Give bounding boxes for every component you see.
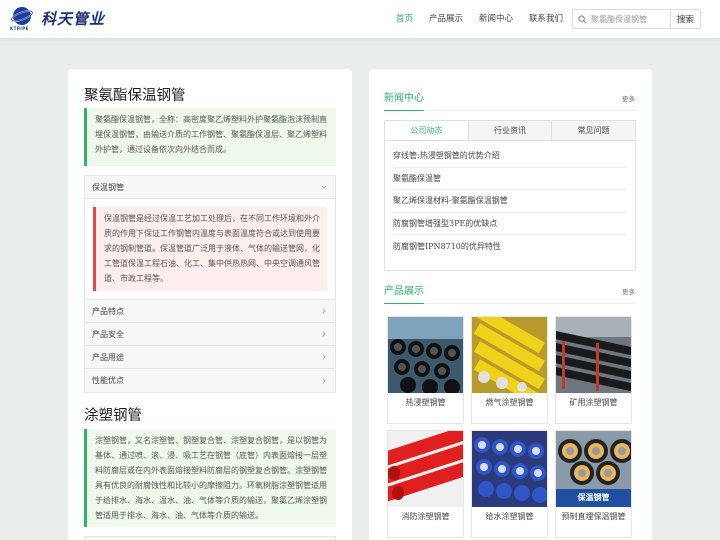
tab-faq[interactable]: 常见问题 [552, 121, 636, 140]
product-image-insulated-pipes: 保温钢管 [556, 431, 631, 507]
news-section-title: 新闻中心 [384, 93, 424, 104]
nav-contact[interactable]: 联系我们 [529, 12, 563, 24]
tab-industry-news[interactable]: 行业资讯 [468, 121, 553, 140]
chevron-right-icon [322, 354, 326, 360]
news-item[interactable]: 防腐钢管IPN8710的优异特性 [393, 235, 627, 258]
accordion-item-safety[interactable]: 产品安全 [85, 323, 335, 346]
accordion-label: 产品安全 [92, 329, 124, 339]
accordion-label: 产品用途 [92, 352, 124, 362]
product-card[interactable]: 给水涂塑钢管 [471, 430, 548, 538]
logo-mark: KTPIPE [10, 6, 34, 31]
search-input[interactable] [591, 14, 671, 24]
accordion-label: 保温钢管 [92, 182, 124, 192]
news-more-link[interactable]: 更多 [622, 93, 635, 103]
chevron-right-icon [322, 308, 326, 314]
product-card[interactable]: 消防涂塑钢管 [387, 430, 464, 538]
product-image-mining-pipes [556, 317, 631, 393]
accordion-item-usage[interactable]: 产品用途 [85, 346, 335, 369]
accordion-label: 性能优点 [92, 376, 124, 385]
product-name: 预制直埋保温钢管 [561, 512, 626, 521]
site-header: KTPIPE 科天管业 首页 产品展示 新闻中心 联系我们 搜索 [0, 0, 720, 38]
news-underline [384, 110, 424, 111]
insulated-description: 保温钢管是经过保温工艺加工处理后，在不同工作环境和外介质的作用下保证工作钢管内温… [93, 207, 327, 291]
nav-home[interactable]: 首页 [396, 12, 413, 24]
accordion-panel: 保温钢管是经过保温工艺加工处理后，在不同工作环境和外介质的作用下保证工作钢管内温… [85, 199, 335, 300]
news-item[interactable]: 聚乙烯保温材料-聚氨酯保温钢管 [393, 190, 627, 213]
news-item[interactable]: 防腐钢管增强型3PE的优缺点 [393, 213, 627, 235]
logo[interactable]: KTPIPE 科天管业 [10, 6, 106, 31]
product-name: 消防涂塑钢管 [401, 512, 450, 521]
intro-coated-pipe: 涂塑钢管，又名涂塑管、钢塑复合管、涂塑复合钢管，是以钢管为基体、通过喷、滚、浸、… [84, 429, 336, 527]
accordion-item-advantages[interactable]: 性能优点 [85, 369, 335, 392]
accordion-item-insulated[interactable]: 保温钢管 [85, 176, 335, 199]
chevron-down-icon [321, 185, 327, 189]
nav-products[interactable]: 产品展示 [429, 12, 463, 24]
product-card[interactable]: 热浸塑钢管 [387, 316, 464, 424]
search-button[interactable]: 搜索 [670, 10, 700, 28]
news-tabs: 公司动态 行业资讯 常见问题 [384, 120, 636, 141]
main-nav: 首页 产品展示 新闻中心 联系我们 [396, 12, 579, 24]
product-image-yellow-pipes [472, 317, 547, 393]
product-name: 燃气涂塑钢管 [485, 398, 534, 407]
accordion-item-features[interactable]: 产品特点 [85, 300, 335, 323]
chevron-right-icon [322, 331, 326, 337]
product-card[interactable]: 保温钢管 预制直埋保温钢管 [555, 430, 632, 538]
product-image-black-pipes [388, 317, 463, 393]
product-name: 热浸塑钢管 [405, 398, 446, 407]
product-image-red-pipes [388, 431, 463, 507]
news-item[interactable]: 聚氨酯保温管 [393, 168, 627, 190]
products-section-title: 产品展示 [384, 286, 424, 297]
nav-news[interactable]: 新闻中心 [479, 12, 513, 24]
next-accordion-edge [84, 536, 336, 540]
news-item[interactable]: 穿线管:热浸塑钢管的优势介绍 [393, 145, 627, 168]
product-name: 给水涂塑钢管 [485, 512, 534, 521]
product-image-caption: 保温钢管 [577, 492, 610, 502]
news-list: 穿线管:热浸塑钢管的优势介绍 聚氨酯保温管 聚乙烯保温材料-聚氨酯保温钢管 防腐… [384, 141, 636, 271]
product-name: 矿用涂塑钢管 [569, 398, 618, 407]
accordion-label: 产品特点 [92, 306, 124, 316]
product-card[interactable]: 燃气涂塑钢管 [471, 316, 548, 424]
logo-sub: KTPIPE [10, 26, 29, 31]
section-title-coated-pipe: 涂塑钢管 [84, 408, 142, 424]
search-icon [573, 14, 591, 24]
tab-company-news[interactable]: 公司动态 [385, 121, 469, 140]
product-image-blue-pipes [472, 431, 547, 507]
products-more-link[interactable]: 更多 [622, 286, 635, 296]
intro-pu-pipe: 聚氨酯保温钢管，全称：高密度聚乙烯塑料外护聚氨酯泡沫预制直埋保温钢管，由输送介质… [84, 108, 336, 166]
search-box: 搜索 [572, 9, 701, 29]
product-card[interactable]: 矿用涂塑钢管 [555, 316, 632, 424]
products-underline [384, 303, 424, 304]
logo-text: 科天管业 [41, 9, 106, 28]
chevron-right-icon [322, 377, 326, 384]
product-accordion: 保温钢管 保温钢管是经过保温工艺加工处理后，在不同工作环境和外介质的作用下保证工… [84, 175, 336, 393]
section-title-pu-pipe: 聚氨酯保温钢管 [84, 88, 186, 104]
